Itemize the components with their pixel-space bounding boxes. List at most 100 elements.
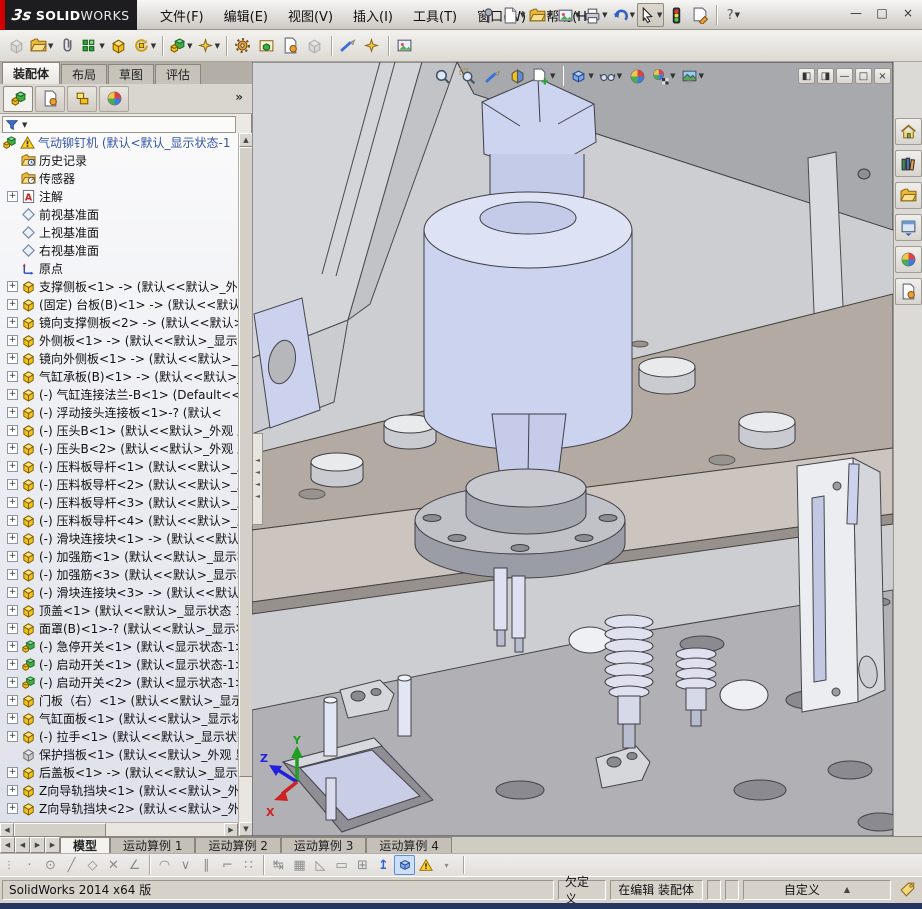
panel-splitter-handle[interactable]: ◄ ◄ ◄ ◄ — [252, 433, 263, 525]
normal-to-button[interactable]: ↥ — [373, 855, 394, 875]
pane-left-button[interactable]: ◧ — [798, 68, 815, 84]
expand-plus-icon[interactable]: + — [7, 784, 18, 796]
select-button[interactable]: ▼ — [636, 3, 665, 27]
edit-comment-button[interactable] — [688, 3, 712, 27]
window-select-button[interactable]: ▭ — [331, 855, 352, 875]
mirror-entities-button[interactable]: ↹ — [268, 855, 289, 875]
polygon-button[interactable]: ◇ — [82, 855, 103, 875]
view-orientation-button[interactable]: ▼ — [568, 64, 595, 88]
zoom-to-area-button[interactable] — [455, 64, 479, 88]
point-button[interactable]: · — [19, 855, 40, 875]
minimize-document-button[interactable]: — — [836, 68, 853, 84]
expand-plus-icon[interactable]: + — [7, 352, 18, 364]
dropdown-caret-icon[interactable]: ▼ — [99, 42, 104, 50]
reference-geometry-button[interactable]: ▼ — [195, 34, 222, 58]
close-document-button[interactable]: × — [874, 68, 891, 84]
interference-detection-button[interactable] — [303, 34, 327, 58]
expand-plus-icon[interactable]: + — [7, 532, 18, 544]
expand-plus-icon[interactable]: + — [7, 334, 18, 346]
pin-button[interactable] — [476, 3, 500, 27]
expand-plus-icon[interactable]: + — [7, 460, 18, 472]
linear-component-pattern-button[interactable]: ▼ — [79, 34, 106, 58]
tree-item[interactable]: + 支撑侧板<1> -> (默认<<默认>_外观 — [0, 277, 238, 295]
tag-icon[interactable] — [899, 881, 916, 898]
tree-item[interactable]: + 外侧板<1> -> (默认<<默认>_显示状 — [0, 331, 238, 349]
dropdown-caret-icon[interactable]: ▼ — [602, 11, 607, 19]
expand-plus-icon[interactable]: + — [7, 694, 18, 706]
show-hidden-components-button[interactable] — [255, 34, 279, 58]
tree-item[interactable]: + (-) 加强筋<1> (默认<<默认>_显示状 — [0, 547, 238, 565]
line-button[interactable]: ╱ — [61, 855, 82, 875]
tree-item[interactable]: 原点 — [0, 259, 238, 277]
insert-components-button[interactable]: ▼ — [28, 34, 55, 58]
expand-plus-icon[interactable]: + — [7, 604, 18, 616]
tab-nav-3[interactable]: ▶ — [45, 837, 60, 853]
solidworks-resources-button[interactable] — [894, 118, 922, 145]
dropdown-caret-icon[interactable]: ▼ — [547, 11, 552, 19]
minimize-window-button[interactable]: — — [846, 4, 866, 22]
new-document-button[interactable]: ▼ — [500, 3, 527, 27]
tab-运动算例3[interactable]: 运动算例 3 — [280, 837, 367, 853]
status-custom[interactable]: 自定义 ▲ — [742, 879, 892, 900]
tree-item[interactable]: + Z向导轨挡块<2> (默认<<默认>_外观 — [0, 799, 238, 817]
expand-plus-icon[interactable]: + — [7, 442, 18, 454]
tree-item[interactable]: + (-) 滑块连接块<3> -> (默认<<默认> — [0, 583, 238, 601]
restore-window-button[interactable]: □ — [872, 4, 892, 22]
tree-item[interactable]: + 气缸承板(B)<1> -> (默认<<默认>_显 — [0, 367, 238, 385]
grid-button[interactable]: ▦ — [289, 855, 310, 875]
menu-E[interactable]: 编辑(E) — [214, 1, 278, 30]
appearances-scenes-button[interactable] — [894, 246, 922, 273]
tree-item[interactable]: + (-) 启动开关<2> (默认<显示状态-1> — [0, 673, 238, 691]
expand-plus-icon[interactable]: + — [7, 568, 18, 580]
tree-item[interactable]: + (-) 压料板导杆<4> (默认<<默认>_显 — [0, 511, 238, 529]
expand-plus-icon[interactable]: + — [7, 658, 18, 670]
expand-plus-icon[interactable]: + — [7, 298, 18, 310]
tree-item[interactable]: + 后盖板<1> -> (默认<<默认>_显示状 — [0, 763, 238, 781]
section-view-button[interactable] — [505, 64, 529, 88]
tree-item[interactable]: 右视基准面 — [0, 241, 238, 259]
expand-plus-icon[interactable]: + — [7, 280, 18, 292]
restore-document-button[interactable]: □ — [855, 68, 872, 84]
tab-模型[interactable]: 模型 — [60, 837, 111, 853]
zoom-to-fit-button[interactable] — [430, 64, 454, 88]
expand-plus-icon[interactable]: + — [7, 478, 18, 490]
dropdown-caret-icon[interactable]: ▼ — [215, 42, 220, 50]
assembly-visualization-button[interactable] — [279, 34, 303, 58]
rebuild-warning-button[interactable] — [415, 855, 436, 875]
tree-item[interactable]: 前视基准面 — [0, 205, 238, 223]
dropdown-caret-icon[interactable]: ▼ — [151, 42, 156, 50]
tab-nav-2[interactable]: ▶ — [30, 837, 45, 853]
configurationmanager-tab[interactable] — [67, 85, 97, 112]
shaded-with-edges-button[interactable] — [394, 855, 415, 875]
table-button[interactable]: ⊞ — [352, 855, 373, 875]
design-library-button[interactable] — [894, 150, 922, 177]
parallel-relation-button[interactable]: ∥ — [196, 855, 217, 875]
dropdown-caret-icon[interactable]: ▼ — [657, 11, 662, 19]
horizontal-scroll-thumb[interactable] — [14, 823, 106, 837]
expand-plus-icon[interactable]: + — [7, 622, 18, 634]
menu-F[interactable]: 文件(F) — [150, 1, 214, 30]
view-palette-button[interactable] — [894, 214, 922, 241]
custom-properties-button[interactable] — [894, 278, 922, 305]
undo-button[interactable]: ▼ — [610, 3, 637, 27]
tab-草图[interactable]: 草图 — [108, 64, 155, 84]
scroll-right-button[interactable]: ▶ — [224, 823, 238, 837]
dropdown-caret-icon[interactable]: ▼ — [520, 11, 525, 19]
open-document-button[interactable]: ▼ — [527, 3, 554, 27]
tree-vertical-scrollbar[interactable]: ▲ ▼ — [238, 133, 253, 836]
expand-plus-icon[interactable]: + — [7, 424, 18, 436]
tree-item[interactable]: + (-) 加强筋<3> (默认<<默认>_显示状 — [0, 565, 238, 583]
expand-plus-icon[interactable]: + — [7, 388, 18, 400]
bill-of-materials-button[interactable] — [393, 34, 417, 58]
tree-horizontal-scrollbar[interactable]: ◀ ▶ — [0, 822, 238, 837]
tree-item[interactable]: + (-) 浮动接头连接板<1>-? (默认< — [0, 403, 238, 421]
measure-button[interactable] — [480, 64, 504, 88]
tree-item[interactable]: + 注解 — [0, 187, 238, 205]
publish-edrawings-button[interactable]: ▼ — [555, 3, 582, 27]
expand-plus-icon[interactable]: + — [7, 190, 18, 202]
tab-装配体[interactable]: 装配体 — [2, 62, 61, 84]
tab-nav-1[interactable]: ◀ — [15, 837, 30, 853]
hide-show-items-button[interactable]: ▼ — [597, 64, 624, 88]
tab-评估[interactable]: 评估 — [155, 64, 202, 84]
tab-nav-0[interactable]: ◀ — [0, 837, 15, 853]
